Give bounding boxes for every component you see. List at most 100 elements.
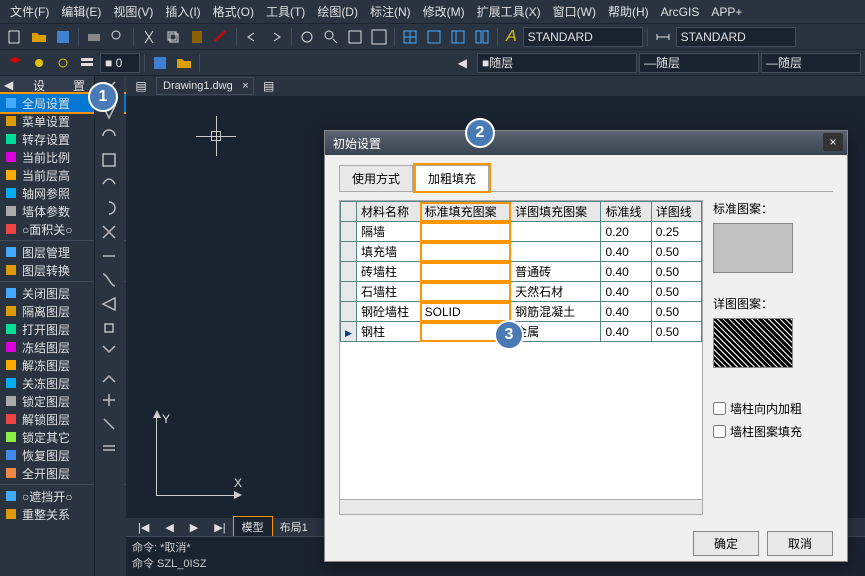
cancel-button[interactable]: 取消 [767, 531, 833, 556]
preview-icon[interactable] [107, 26, 129, 48]
draw-tool-icon[interactable] [95, 220, 123, 244]
menu-item[interactable]: 视图(V) [107, 1, 159, 22]
table-header[interactable]: 详图线 [651, 202, 701, 222]
table-row[interactable]: 钢砼墙柱SOLID钢筋混凝土0.400.50 [341, 302, 702, 322]
draw-tool-icon[interactable] [95, 172, 123, 196]
gear-icon[interactable] [52, 52, 74, 74]
table-header[interactable]: 材料名称 [357, 202, 421, 222]
layer-0-dropdown[interactable]: ■ 0 [100, 53, 140, 73]
tab-usage[interactable]: 使用方式 [339, 165, 413, 191]
menu-item[interactable]: 格式(O) [207, 1, 260, 22]
detail-pattern-swatch[interactable] [713, 318, 793, 368]
dialog-title-bar[interactable]: 初始设置 × [325, 131, 847, 155]
zoom-window-icon[interactable] [344, 26, 366, 48]
pan-icon[interactable] [296, 26, 318, 48]
print-icon[interactable] [83, 26, 105, 48]
draw-tool-icon[interactable] [95, 340, 123, 364]
open-icon[interactable] [28, 26, 50, 48]
grid2-icon[interactable] [423, 26, 445, 48]
undo-icon[interactable] [241, 26, 263, 48]
zoom-icon[interactable] [320, 26, 342, 48]
layer-list-icon[interactable] [76, 52, 98, 74]
menu-item[interactable]: ArcGIS [655, 3, 706, 21]
table-row[interactable]: 填充墙0.400.50 [341, 242, 702, 262]
toolbar-layer: ■ 0 ◀ ■ 随层 — 随层 — 随层 [0, 50, 865, 76]
draw-tool-icon[interactable] [95, 292, 123, 316]
draw-tool-icon[interactable] [95, 268, 123, 292]
dim-style-dropdown[interactable]: STANDARD [676, 27, 796, 47]
save-icon[interactable] [52, 26, 74, 48]
tab-next-icon[interactable]: ▶ [182, 519, 206, 536]
sidebar-item-icon [4, 286, 18, 300]
save-layer-icon[interactable] [149, 52, 171, 74]
copy-icon[interactable] [162, 26, 184, 48]
draw-tool-icon[interactable] [95, 148, 123, 172]
close-icon[interactable]: × [242, 80, 248, 92]
new-tab-icon[interactable]: ▤ [258, 75, 280, 97]
lineweight-bylayer-dropdown[interactable]: — 随层 [761, 53, 861, 73]
zoom-ext-icon[interactable] [368, 26, 390, 48]
color-bylayer-dropdown[interactable]: ■ 随层 [477, 53, 637, 73]
menu-item[interactable]: 绘图(D) [311, 1, 364, 22]
bylayer-arrow-icon[interactable]: ◀ [453, 52, 475, 74]
grid4-icon[interactable] [471, 26, 493, 48]
menu-item[interactable]: 工具(T) [260, 1, 311, 22]
sidebar-item-icon [4, 430, 18, 444]
doc-tab[interactable]: Drawing1.dwg× [156, 77, 254, 95]
menu-item[interactable]: 扩展工具(X) [471, 1, 547, 22]
menu-item[interactable]: 标注(N) [364, 1, 417, 22]
menu-item[interactable]: 文件(F) [4, 1, 55, 22]
dim-icon[interactable] [652, 26, 674, 48]
draw-tool-icon[interactable] [95, 412, 123, 436]
draw-tool-icon[interactable] [95, 364, 123, 388]
layer-icon[interactable] [4, 52, 26, 74]
document-tabs: ▤ Drawing1.dwg× ▤ [126, 76, 865, 96]
sidebar-item-icon [4, 412, 18, 426]
new-icon[interactable] [4, 26, 26, 48]
tab-bold-fill[interactable]: 加粗填充 [415, 165, 489, 191]
table-row[interactable]: 砖墙柱普通砖0.400.50 [341, 262, 702, 282]
draw-tool-icon[interactable] [95, 196, 123, 220]
sidebar-item-icon [4, 394, 18, 408]
cut-icon[interactable] [138, 26, 160, 48]
menu-item[interactable]: 插入(I) [159, 1, 206, 22]
tab-first-icon[interactable]: |◀ [130, 519, 157, 536]
menu-item[interactable]: APP+ [705, 3, 748, 21]
materials-table[interactable]: 材料名称标准填充图案详图填充图案标准线详图线隔墙0.200.25填充墙0.400… [339, 200, 703, 515]
tab-home-icon[interactable]: ▤ [130, 75, 152, 97]
tab-model[interactable]: 模型 [234, 517, 272, 537]
redo-icon[interactable] [265, 26, 287, 48]
menu-item[interactable]: 修改(M) [417, 1, 471, 22]
tab-prev-icon[interactable]: ◀ [157, 519, 181, 536]
grid3-icon[interactable] [447, 26, 469, 48]
draw-tool-icon[interactable] [95, 124, 123, 148]
tab-layout1[interactable]: 布局1 [272, 517, 316, 537]
draw-tool-icon[interactable] [95, 316, 123, 340]
cb-bold-inward[interactable]: 墙柱向内加粗 [713, 400, 833, 417]
match-icon[interactable] [210, 26, 232, 48]
table-row[interactable]: 隔墙0.200.25 [341, 222, 702, 242]
h-scrollbar[interactable] [340, 499, 702, 514]
text-style-dropdown[interactable]: STANDARD [523, 27, 643, 47]
cb-pattern-fill[interactable]: 墙柱图案填充 [713, 423, 833, 440]
table-header[interactable]: 标准线 [601, 202, 651, 222]
open-layer-icon[interactable] [173, 52, 195, 74]
grid1-icon[interactable] [399, 26, 421, 48]
table-header[interactable]: 标准填充图案 [420, 202, 510, 222]
draw-tool-icon[interactable] [95, 436, 123, 460]
menu-item[interactable]: 窗口(W) [547, 1, 602, 22]
menu-item[interactable]: 编辑(E) [55, 1, 107, 22]
tab-last-icon[interactable]: ▶| [206, 519, 233, 536]
sun-icon[interactable] [28, 52, 50, 74]
ok-button[interactable]: 确定 [693, 531, 759, 556]
table-row[interactable]: 石墙柱天然石材0.400.50 [341, 282, 702, 302]
draw-tool-icon[interactable] [95, 244, 123, 268]
table-header[interactable]: 详图填充图案 [511, 202, 601, 222]
dialog-close-icon[interactable]: × [823, 133, 843, 151]
draw-tool-icon[interactable] [95, 388, 123, 412]
linetype-bylayer-dropdown[interactable]: — 随层 [639, 53, 759, 73]
paste-icon[interactable] [186, 26, 208, 48]
menu-item[interactable]: 帮助(H) [602, 1, 655, 22]
std-pattern-swatch[interactable] [713, 223, 793, 273]
text-style-A-icon[interactable]: A [506, 28, 517, 46]
